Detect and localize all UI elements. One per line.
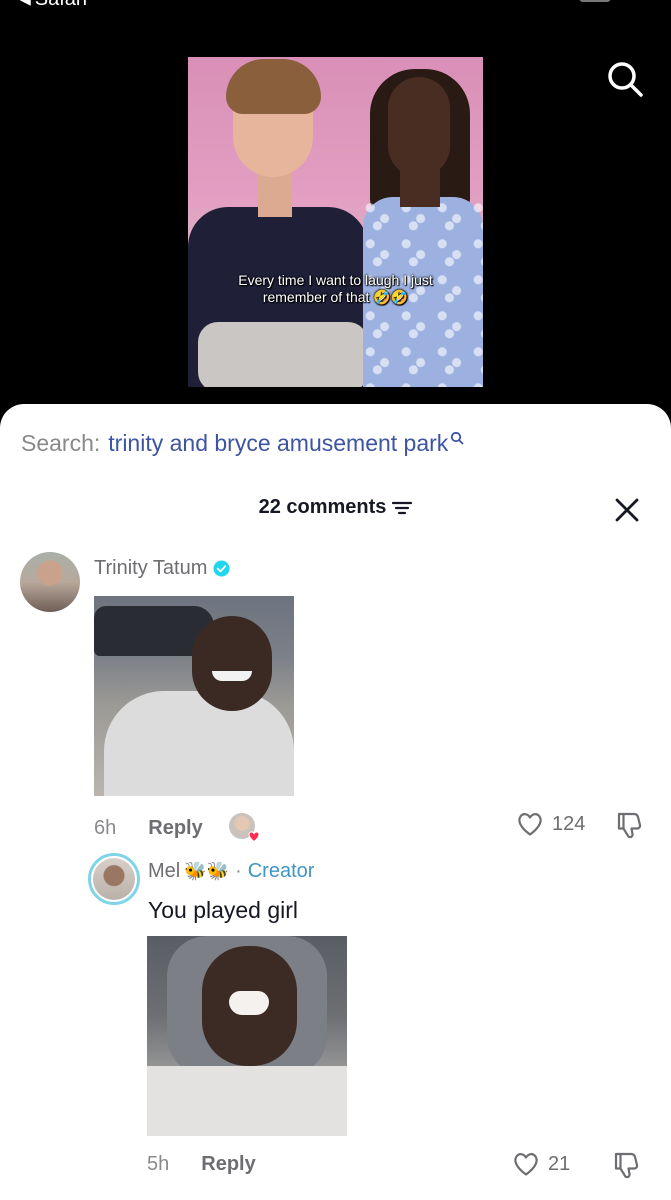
heart-icon bbox=[248, 831, 260, 843]
separator: · bbox=[235, 860, 242, 882]
comment-author[interactable]: Trinity Tatum bbox=[94, 557, 230, 580]
comments-count: 22 comments bbox=[258, 496, 387, 518]
video-caption-line: remember of that 🤣🤣 bbox=[262, 289, 409, 305]
comments-sort-toggle[interactable]: 22 comments bbox=[259, 496, 413, 519]
status-icons bbox=[531, 0, 611, 2]
image-scene-person bbox=[104, 691, 294, 796]
reply-button[interactable]: Reply bbox=[148, 817, 202, 840]
search-icon bbox=[451, 431, 464, 445]
app-screen: ◀ Safari Every time I want to laugh I ju… bbox=[0, 0, 671, 1200]
reply-author[interactable]: Mel 🐝🐝 · Creator bbox=[148, 860, 314, 883]
like-count: 21 bbox=[548, 1152, 571, 1175]
status-bar: ◀ Safari bbox=[0, 0, 671, 14]
filter-icon bbox=[392, 501, 413, 514]
back-app-label: Safari bbox=[35, 0, 87, 11]
video-caption: Every time I want to laugh I just rememb… bbox=[188, 272, 483, 306]
author-name: Trinity Tatum bbox=[94, 557, 208, 579]
comments-sheet: Search: trinity and bryce amusement park… bbox=[0, 404, 671, 1200]
author-emoji: 🐝🐝 bbox=[184, 861, 230, 881]
image-scene-person bbox=[212, 671, 252, 681]
like-button[interactable]: 21 bbox=[512, 1151, 570, 1177]
creator-liked-badge bbox=[228, 813, 260, 843]
reply-button[interactable]: Reply bbox=[201, 1153, 255, 1176]
reply-text: You played girl bbox=[148, 897, 299, 923]
search-suggestion[interactable]: Search: trinity and bryce amusement park bbox=[21, 430, 464, 457]
video-scene-person bbox=[226, 59, 321, 114]
image-scene-person bbox=[229, 991, 269, 1015]
image-scene-person bbox=[147, 1066, 347, 1136]
video-scene-person bbox=[198, 322, 368, 387]
back-arrow-icon: ◀ bbox=[20, 0, 31, 8]
avatar-image bbox=[93, 858, 135, 900]
back-to-safari[interactable]: ◀ Safari bbox=[20, 0, 87, 11]
comments-header: 22 comments bbox=[0, 496, 671, 519]
close-icon[interactable] bbox=[614, 497, 640, 523]
search-prefix: Search: bbox=[21, 430, 101, 456]
image-scene-person bbox=[192, 616, 272, 711]
heart-icon bbox=[514, 1153, 538, 1176]
creator-badge: Creator bbox=[247, 860, 315, 882]
search-icon[interactable] bbox=[605, 59, 645, 99]
dislike-icon[interactable] bbox=[612, 1150, 640, 1180]
battery-icon bbox=[579, 0, 611, 2]
heart-icon bbox=[518, 813, 542, 836]
avatar[interactable] bbox=[88, 853, 140, 905]
like-count: 124 bbox=[552, 812, 586, 835]
video-player[interactable]: Every time I want to laugh I just rememb… bbox=[188, 57, 483, 387]
search-term-link[interactable]: trinity and bryce amusement park bbox=[108, 430, 448, 457]
comment-meta: 6h Reply bbox=[94, 813, 260, 843]
comment-image[interactable] bbox=[94, 596, 294, 796]
video-scene-person bbox=[388, 77, 450, 177]
like-button[interactable]: 124 bbox=[516, 811, 585, 837]
dislike-icon[interactable] bbox=[615, 810, 643, 840]
avatar[interactable] bbox=[20, 552, 80, 612]
author-name: Mel bbox=[148, 860, 181, 882]
video-caption-line: Every time I want to laugh I just bbox=[238, 272, 433, 288]
comment-time: 6h bbox=[94, 816, 117, 839]
comment-time: 5h bbox=[147, 1153, 170, 1175]
verified-icon bbox=[213, 560, 230, 577]
comment-meta: 5h Reply bbox=[147, 1153, 282, 1176]
comment-image[interactable] bbox=[147, 936, 347, 1136]
